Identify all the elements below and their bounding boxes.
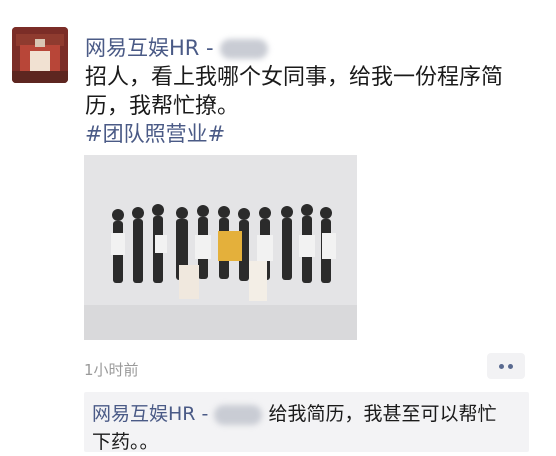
team-photo	[84, 155, 357, 340]
blurred-name	[219, 39, 268, 59]
post-hashtag[interactable]: #团队照营业#	[85, 118, 225, 148]
comment-box: 网易互娱HR - 给我简历，我甚至可以帮忙下药。。	[84, 392, 529, 453]
post-author-row[interactable]: 网易互娱HR -	[85, 32, 268, 62]
more-dot-icon	[499, 363, 504, 369]
blurred-name	[214, 404, 263, 425]
more-dot-icon	[508, 363, 513, 369]
comment-author[interactable]: 网易互娱HR -	[92, 403, 208, 425]
more-button[interactable]	[487, 353, 525, 379]
comment-item[interactable]: 网易互娱HR - 给我简历，我甚至可以帮忙下药。。	[92, 400, 512, 456]
post-time: 1小时前	[84, 361, 139, 379]
post-photo[interactable]	[84, 155, 357, 340]
post-content: 招人，看上我哪个女同事，给我一份程序简历，我帮忙撩。	[85, 65, 504, 119]
post-author-name[interactable]: 网易互娱HR -	[85, 36, 214, 60]
avatar[interactable]	[12, 27, 68, 83]
avatar-image	[12, 27, 68, 83]
